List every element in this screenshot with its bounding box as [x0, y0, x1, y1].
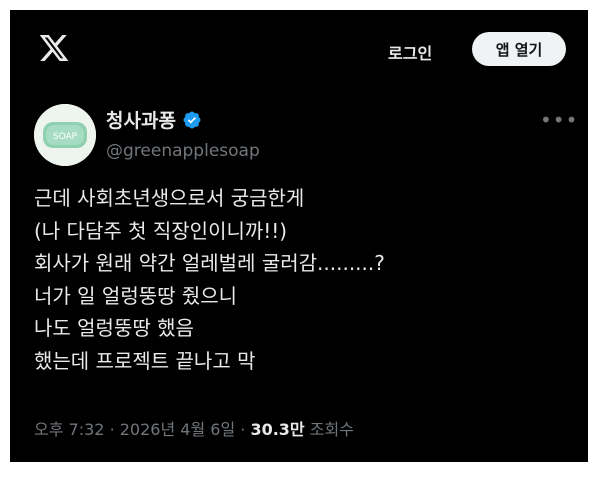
- login-link[interactable]: 로그인: [388, 40, 432, 64]
- tweet-meta: 오후 7:32 · 2026년 4월 6일 · 30.3만 조회수: [34, 416, 354, 440]
- soap-image: SOAP: [34, 104, 96, 166]
- user-handle[interactable]: @greenapplesoap: [106, 141, 260, 161]
- views-label: 조회수: [309, 420, 354, 439]
- tweet-line: 나도 얼렁뚱땅 했음: [34, 316, 194, 340]
- post-time[interactable]: 오후 7:32: [34, 420, 104, 439]
- author-block: 청사과퐁 @greenapplesoap: [106, 106, 260, 161]
- tweet-line: 했는데 프로젝트 끝나고 막: [34, 348, 256, 373]
- meta-separator: ·: [109, 420, 115, 439]
- views-count: 30.3만: [250, 420, 305, 439]
- avatar-soap-text: SOAP: [53, 132, 78, 142]
- meta-separator: ·: [240, 420, 246, 439]
- avatar[interactable]: SOAP: [34, 104, 96, 166]
- tweet-line: 너가 일 얼렁뚱땅 줬으니: [34, 283, 238, 308]
- open-app-button[interactable]: 앱 열기: [472, 32, 566, 66]
- more-options-icon[interactable]: •••: [540, 108, 578, 132]
- tweet-line: 근데 사회초년생으로서 궁금한게: [34, 186, 305, 210]
- tweet-card: 로그인 앱 열기 SOAP 청사과퐁 @greenapplesoap ••• 근…: [10, 10, 588, 462]
- tweet-line: 회사가 원래 약간 얼레벌레 굴러감.........?: [34, 251, 385, 275]
- x-logo-icon[interactable]: [38, 32, 70, 64]
- tweet-text: 근데 사회초년생으로서 궁금한게 (나 다담주 첫 직장인이니까!!) 회사가 …: [34, 182, 564, 377]
- display-name[interactable]: 청사과퐁: [106, 106, 176, 133]
- top-bar: 로그인 앱 열기: [10, 10, 588, 90]
- tweet-line: (나 다담주 첫 직장인이니까!!): [34, 218, 288, 243]
- post-date[interactable]: 2026년 4월 6일: [120, 420, 235, 439]
- verified-badge-icon: [183, 110, 201, 129]
- display-name-row[interactable]: 청사과퐁: [106, 106, 260, 133]
